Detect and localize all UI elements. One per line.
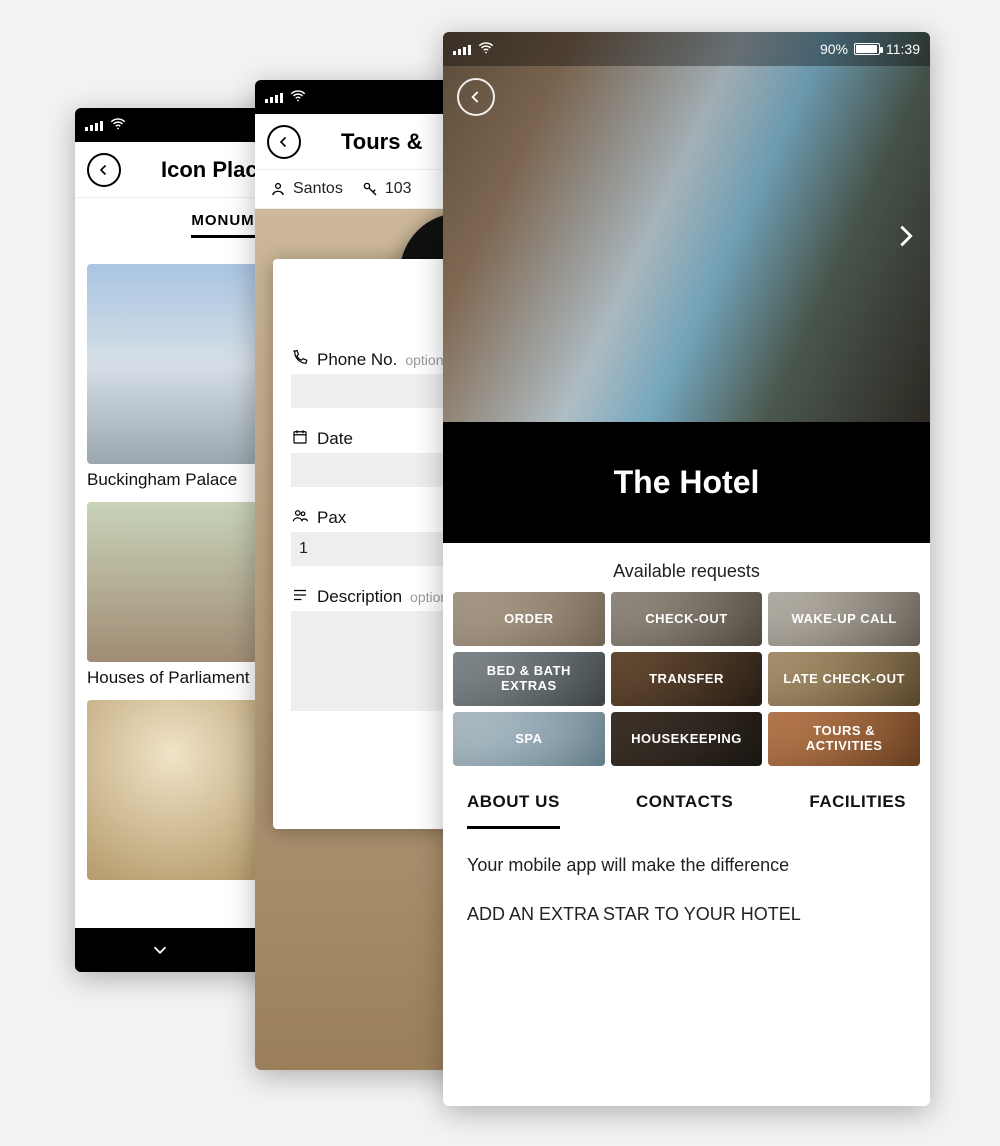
tab-about-us[interactable]: ABOUT US	[467, 792, 560, 829]
hotel-title: The Hotel	[443, 422, 930, 543]
field-label-text: Date	[317, 429, 353, 449]
request-tours-activities[interactable]: TOURS & ACTIVITIES	[768, 712, 920, 766]
field-label-text: Description	[317, 587, 402, 607]
room-number: 103	[385, 180, 412, 198]
guest-name: Santos	[293, 180, 343, 198]
signal-icon	[265, 91, 283, 103]
request-order[interactable]: ORDER	[453, 592, 605, 646]
place-thumbnail	[87, 264, 257, 464]
requests-grid: ORDER CHECK-OUT WAKE-UP CALL BED & BATH …	[443, 592, 930, 766]
status-bar: 90% 11:39	[443, 32, 930, 66]
battery-percentage: 90%	[820, 41, 848, 57]
tab-contacts[interactable]: CONTACTS	[636, 792, 733, 829]
guest-chip: Santos	[269, 180, 343, 198]
phone-icon	[291, 349, 309, 367]
info-tabs: ABOUT US CONTACTS FACILITIES	[443, 766, 930, 829]
request-housekeeping[interactable]: HOUSEKEEPING	[611, 712, 763, 766]
description-icon	[291, 586, 309, 604]
back-button[interactable]	[87, 153, 121, 187]
request-spa[interactable]: SPA	[453, 712, 605, 766]
key-icon	[361, 180, 379, 198]
about-line: Your mobile app will make the difference	[467, 855, 906, 876]
place-thumbnail	[87, 700, 257, 880]
clock: 11:39	[886, 41, 920, 57]
next-image-arrow-icon[interactable]	[892, 222, 920, 255]
signal-icon	[85, 119, 103, 131]
field-label-text: Phone No.	[317, 350, 397, 370]
place-thumbnail	[87, 502, 257, 662]
page-title: Tours &	[341, 129, 422, 155]
wifi-icon	[477, 39, 495, 60]
back-button[interactable]	[457, 78, 495, 116]
wifi-icon	[289, 87, 307, 108]
person-icon	[269, 180, 287, 198]
tab-facilities[interactable]: FACILITIES	[809, 792, 906, 829]
request-bed-bath-extras[interactable]: BED & BATH EXTRAS	[453, 652, 605, 706]
about-content: Your mobile app will make the difference…	[443, 829, 930, 951]
request-late-check-out[interactable]: LATE CHECK-OUT	[768, 652, 920, 706]
request-check-out[interactable]: CHECK-OUT	[611, 592, 763, 646]
people-icon	[291, 507, 309, 525]
calendar-icon	[291, 428, 309, 446]
field-label-text: Pax	[317, 508, 346, 528]
battery-icon	[854, 43, 880, 55]
request-wake-up-call[interactable]: WAKE-UP CALL	[768, 592, 920, 646]
request-transfer[interactable]: TRANSFER	[611, 652, 763, 706]
signal-icon	[453, 43, 471, 55]
back-button[interactable]	[267, 125, 301, 159]
phone-hotel-home: 90% 11:39 The Hotel Available requests O…	[443, 32, 930, 1106]
requests-heading: Available requests	[443, 543, 930, 592]
room-chip: 103	[361, 180, 412, 198]
nav-recent-icon[interactable]	[149, 939, 171, 961]
about-line: ADD AN EXTRA STAR TO YOUR HOTEL	[467, 904, 906, 925]
wifi-icon	[109, 115, 127, 136]
hero-image	[443, 32, 930, 422]
